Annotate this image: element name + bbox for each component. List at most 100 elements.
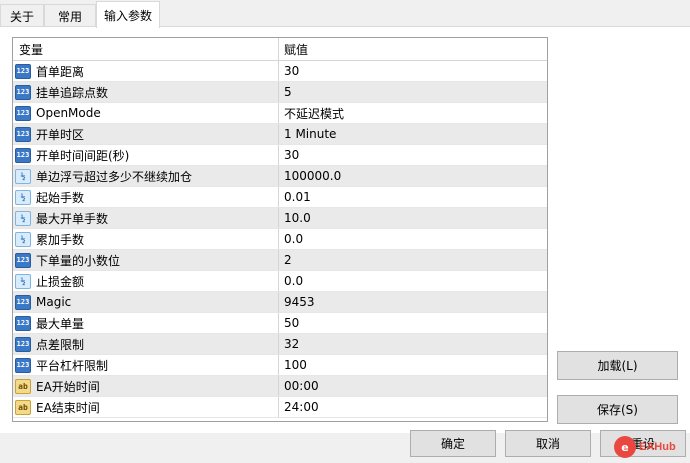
tab-input-params-label: 输入参数	[103, 8, 152, 23]
variable-name: OpenMode	[36, 106, 101, 120]
variable-value: 0.0	[284, 274, 304, 288]
value-cell[interactable]: 1 Minute	[279, 124, 547, 144]
table-row[interactable]: 123 点差限制 32	[13, 334, 547, 355]
cancel-button[interactable]: 取消	[505, 430, 591, 457]
integer-type-icon: 123	[15, 126, 31, 142]
variable-name: 开单时区	[36, 127, 85, 142]
string-type-icon: ab	[15, 378, 31, 394]
variable-cell: 123 点差限制	[13, 334, 279, 354]
variable-cell: ab EA结束时间	[13, 397, 279, 417]
table-row[interactable]: 123 开单时间间距(秒) 30	[13, 145, 547, 166]
variable-name: 止损金额	[36, 274, 85, 289]
value-cell[interactable]: 2	[279, 250, 547, 270]
table-row[interactable]: ab EA开始时间 00:00	[13, 376, 547, 397]
variable-name: 平台杠杆限制	[36, 358, 109, 373]
value-cell[interactable]: 100000.0	[279, 166, 547, 186]
variable-value: 100000.0	[284, 169, 342, 183]
table-row[interactable]: ab EA结束时间 24:00	[13, 397, 547, 418]
tab-about-label: 关于	[9, 9, 34, 24]
table-row[interactable]: ½ 累加手数 0.0	[13, 229, 547, 250]
double-type-icon: ½	[15, 210, 31, 226]
variable-name: EA结束时间	[36, 400, 100, 415]
variable-value: 0.01	[284, 190, 311, 204]
double-type-icon: ½	[15, 231, 31, 247]
value-cell[interactable]: 00:00	[279, 376, 547, 396]
variable-value: 50	[284, 316, 300, 330]
load-button[interactable]: 加载(L)	[557, 351, 678, 380]
value-cell[interactable]: 0.0	[279, 229, 547, 249]
integer-type-icon: 123	[15, 336, 31, 352]
value-cell[interactable]: 30	[279, 61, 547, 81]
variable-value: 32	[284, 337, 300, 351]
variable-value: 9453	[284, 295, 315, 309]
variable-cell: 123 最大单量	[13, 313, 279, 333]
value-cell[interactable]: 9453	[279, 292, 547, 312]
tab-about[interactable]: 关于	[0, 4, 44, 27]
table-row[interactable]: 123 最大单量 50	[13, 313, 547, 334]
value-cell[interactable]: 不延迟模式	[279, 103, 547, 123]
variable-cell: ½ 起始手数	[13, 187, 279, 207]
variable-name: 最大单量	[36, 316, 85, 331]
table-row[interactable]: 123 首单距离 30	[13, 61, 547, 82]
integer-type-icon: 123	[15, 252, 31, 268]
variable-value: 24:00	[284, 400, 319, 414]
integer-type-icon: 123	[15, 315, 31, 331]
tab-common-label: 常用	[57, 9, 82, 24]
ok-button[interactable]: 确定	[410, 430, 496, 457]
integer-type-icon: 123	[15, 84, 31, 100]
variable-cell: 123 挂单追踪点数	[13, 82, 279, 102]
value-cell[interactable]: 30	[279, 145, 547, 165]
value-cell[interactable]: 0.01	[279, 187, 547, 207]
variable-name: 点差限制	[36, 337, 85, 352]
grid-rows: 123 首单距离 30 123 挂单追踪点数 5 123 OpenMode 不延迟模式 123 开单…	[13, 61, 547, 418]
double-type-icon: ½	[15, 189, 31, 205]
integer-type-icon: 123	[15, 63, 31, 79]
variable-cell: ½ 止损金额	[13, 271, 279, 291]
integer-type-icon: 123	[15, 294, 31, 310]
variable-name: 挂单追踪点数	[36, 85, 109, 100]
table-row[interactable]: ½ 最大开单手数 10.0	[13, 208, 547, 229]
value-cell[interactable]: 50	[279, 313, 547, 333]
column-header-variable[interactable]: 变量	[13, 38, 279, 61]
table-row[interactable]: ½ 起始手数 0.01	[13, 187, 547, 208]
value-cell[interactable]: 32	[279, 334, 547, 354]
value-cell[interactable]: 100	[279, 355, 547, 375]
variable-name: 下单量的小数位	[36, 253, 121, 268]
table-row[interactable]: 123 Magic 9453	[13, 292, 547, 313]
double-type-icon: ½	[15, 273, 31, 289]
variable-name: EA开始时间	[36, 379, 100, 394]
variable-name: 累加手数	[36, 232, 85, 247]
table-row[interactable]: 123 OpenMode 不延迟模式	[13, 103, 547, 124]
variable-value: 0.0	[284, 232, 304, 246]
variable-name: 首单距离	[36, 64, 85, 79]
variable-cell: 123 首单距离	[13, 61, 279, 81]
string-type-icon: ab	[15, 399, 31, 415]
integer-type-icon: 123	[15, 147, 31, 163]
double-type-icon: ½	[15, 168, 31, 184]
tab-common[interactable]: 常用	[44, 4, 96, 27]
variable-value: 2	[284, 253, 292, 267]
tab-bar: 关于 常用 输入参数	[0, 0, 690, 28]
variable-value: 30	[284, 64, 300, 78]
value-cell[interactable]: 5	[279, 82, 547, 102]
value-cell[interactable]: 0.0	[279, 271, 547, 291]
table-row[interactable]: 123 开单时区 1 Minute	[13, 124, 547, 145]
variable-cell: 123 OpenMode	[13, 103, 279, 123]
table-row[interactable]: 123 下单量的小数位 2	[13, 250, 547, 271]
variable-cell: ab EA开始时间	[13, 376, 279, 396]
table-row[interactable]: 123 平台杠杆限制 100	[13, 355, 547, 376]
variable-value: 00:00	[284, 379, 319, 393]
variable-name: 单边浮亏超过多少不继续加仓	[36, 169, 193, 184]
table-row[interactable]: 123 挂单追踪点数 5	[13, 82, 547, 103]
table-row[interactable]: ½ 单边浮亏超过多少不继续加仓 100000.0	[13, 166, 547, 187]
value-cell[interactable]: 24:00	[279, 397, 547, 417]
tab-input-params[interactable]: 输入参数	[96, 1, 160, 28]
variable-cell: 123 下单量的小数位	[13, 250, 279, 270]
reset-button[interactable]: 重设	[600, 430, 686, 457]
save-button[interactable]: 保存(S)	[557, 395, 678, 424]
column-header-value[interactable]: 赋值	[279, 38, 547, 61]
table-row[interactable]: ½ 止损金额 0.0	[13, 271, 547, 292]
variable-name: Magic	[36, 295, 72, 309]
value-cell[interactable]: 10.0	[279, 208, 547, 228]
variable-cell: ½ 单边浮亏超过多少不继续加仓	[13, 166, 279, 186]
